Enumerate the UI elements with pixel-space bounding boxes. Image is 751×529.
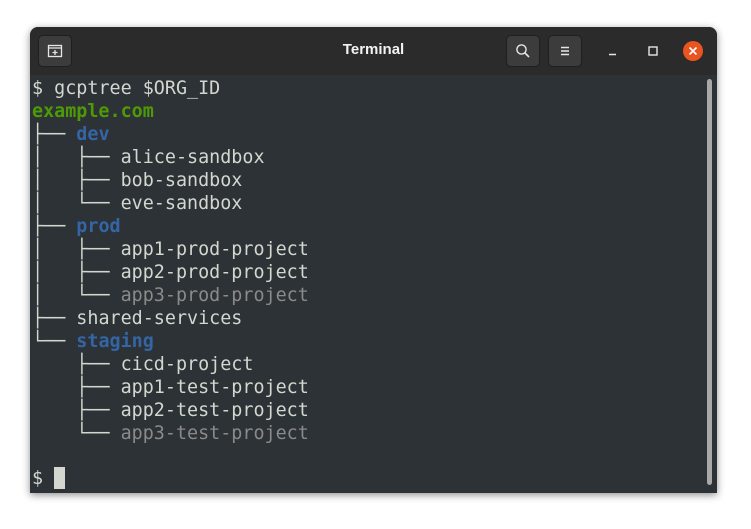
project-node: ├── app2-test-project [32, 399, 309, 422]
hamburger-menu-icon [561, 46, 569, 56]
project-name: app2-prod-project [120, 262, 309, 283]
folder-name: prod [76, 216, 121, 237]
folder-name: staging [76, 331, 154, 352]
tree-branch: ├── [32, 354, 121, 375]
project-name: app2-test-project [120, 400, 309, 421]
tree-branch: └── [32, 423, 121, 444]
tree-branch: ├── [32, 377, 121, 398]
folder-node: ├── dev [32, 123, 110, 146]
maximize-icon [648, 46, 658, 56]
tree-branch: ├── [32, 308, 77, 329]
command-text: gcptree $ORG_ID [54, 78, 221, 99]
scrollbar[interactable] [707, 79, 712, 485]
search-icon [516, 44, 530, 58]
project-node: │ ├── app1-prod-project [32, 238, 309, 261]
menu-button[interactable] [548, 35, 582, 67]
folder-name: dev [76, 124, 110, 145]
folder-node: ├── prod [32, 215, 121, 238]
minimize-icon [609, 53, 616, 56]
project-name: eve-sandbox [120, 193, 243, 214]
tree-branch: ├── [32, 216, 77, 237]
project-node: ├── cicd-project [32, 353, 253, 376]
final-prompt-line[interactable]: $ [32, 467, 66, 490]
title-bar[interactable]: Terminal [30, 27, 717, 75]
tree-branch: ├── [32, 124, 77, 145]
project-name: app1-test-project [120, 377, 309, 398]
tree-branch: │ └── [32, 285, 121, 306]
project-name: cicd-project [120, 354, 254, 375]
folder-node: └── staging [32, 330, 154, 353]
minimize-button[interactable] [603, 41, 623, 61]
project-node: │ └── app3-prod-project [32, 284, 309, 307]
project-node: └── app3-test-project [32, 422, 309, 445]
tree-branch: │ ├── [32, 170, 121, 191]
tree-branch: │ ├── [32, 262, 121, 283]
text-cursor [54, 467, 66, 489]
tree-branch: └── [32, 331, 77, 352]
project-name: alice-sandbox [120, 147, 265, 168]
tree-branch: │ └── [32, 193, 121, 214]
prompt: $ [32, 78, 55, 99]
project-name: bob-sandbox [120, 170, 243, 191]
close-button[interactable] [683, 41, 703, 61]
tree-branch: ├── [32, 400, 121, 421]
terminal-output[interactable]: $ gcptree $ORG_ID example.com ├── dev │ … [30, 75, 706, 493]
command-line: $ gcptree $ORG_ID [32, 77, 220, 100]
close-icon [688, 46, 698, 56]
tree-branch: │ ├── [32, 147, 121, 168]
search-button[interactable] [506, 35, 540, 67]
project-name: shared-services [76, 308, 243, 329]
project-node: ├── shared-services [32, 307, 242, 330]
project-node: │ ├── app2-prod-project [32, 261, 309, 284]
tree-branch: │ ├── [32, 239, 121, 260]
project-node: │ ├── bob-sandbox [32, 169, 242, 192]
project-name-dimmed: app3-prod-project [120, 285, 309, 306]
project-name-dimmed: app3-test-project [120, 423, 309, 444]
prompt: $ [32, 468, 55, 489]
project-node: │ └── eve-sandbox [32, 192, 242, 215]
project-node: │ ├── alice-sandbox [32, 146, 265, 169]
project-name: app1-prod-project [120, 239, 309, 260]
project-node: ├── app1-test-project [32, 376, 309, 399]
org-node: example.com [32, 101, 154, 122]
maximize-button[interactable] [643, 41, 663, 61]
terminal-window: Terminal $ gcptree $ORG_ID example.com ├… [30, 27, 717, 493]
